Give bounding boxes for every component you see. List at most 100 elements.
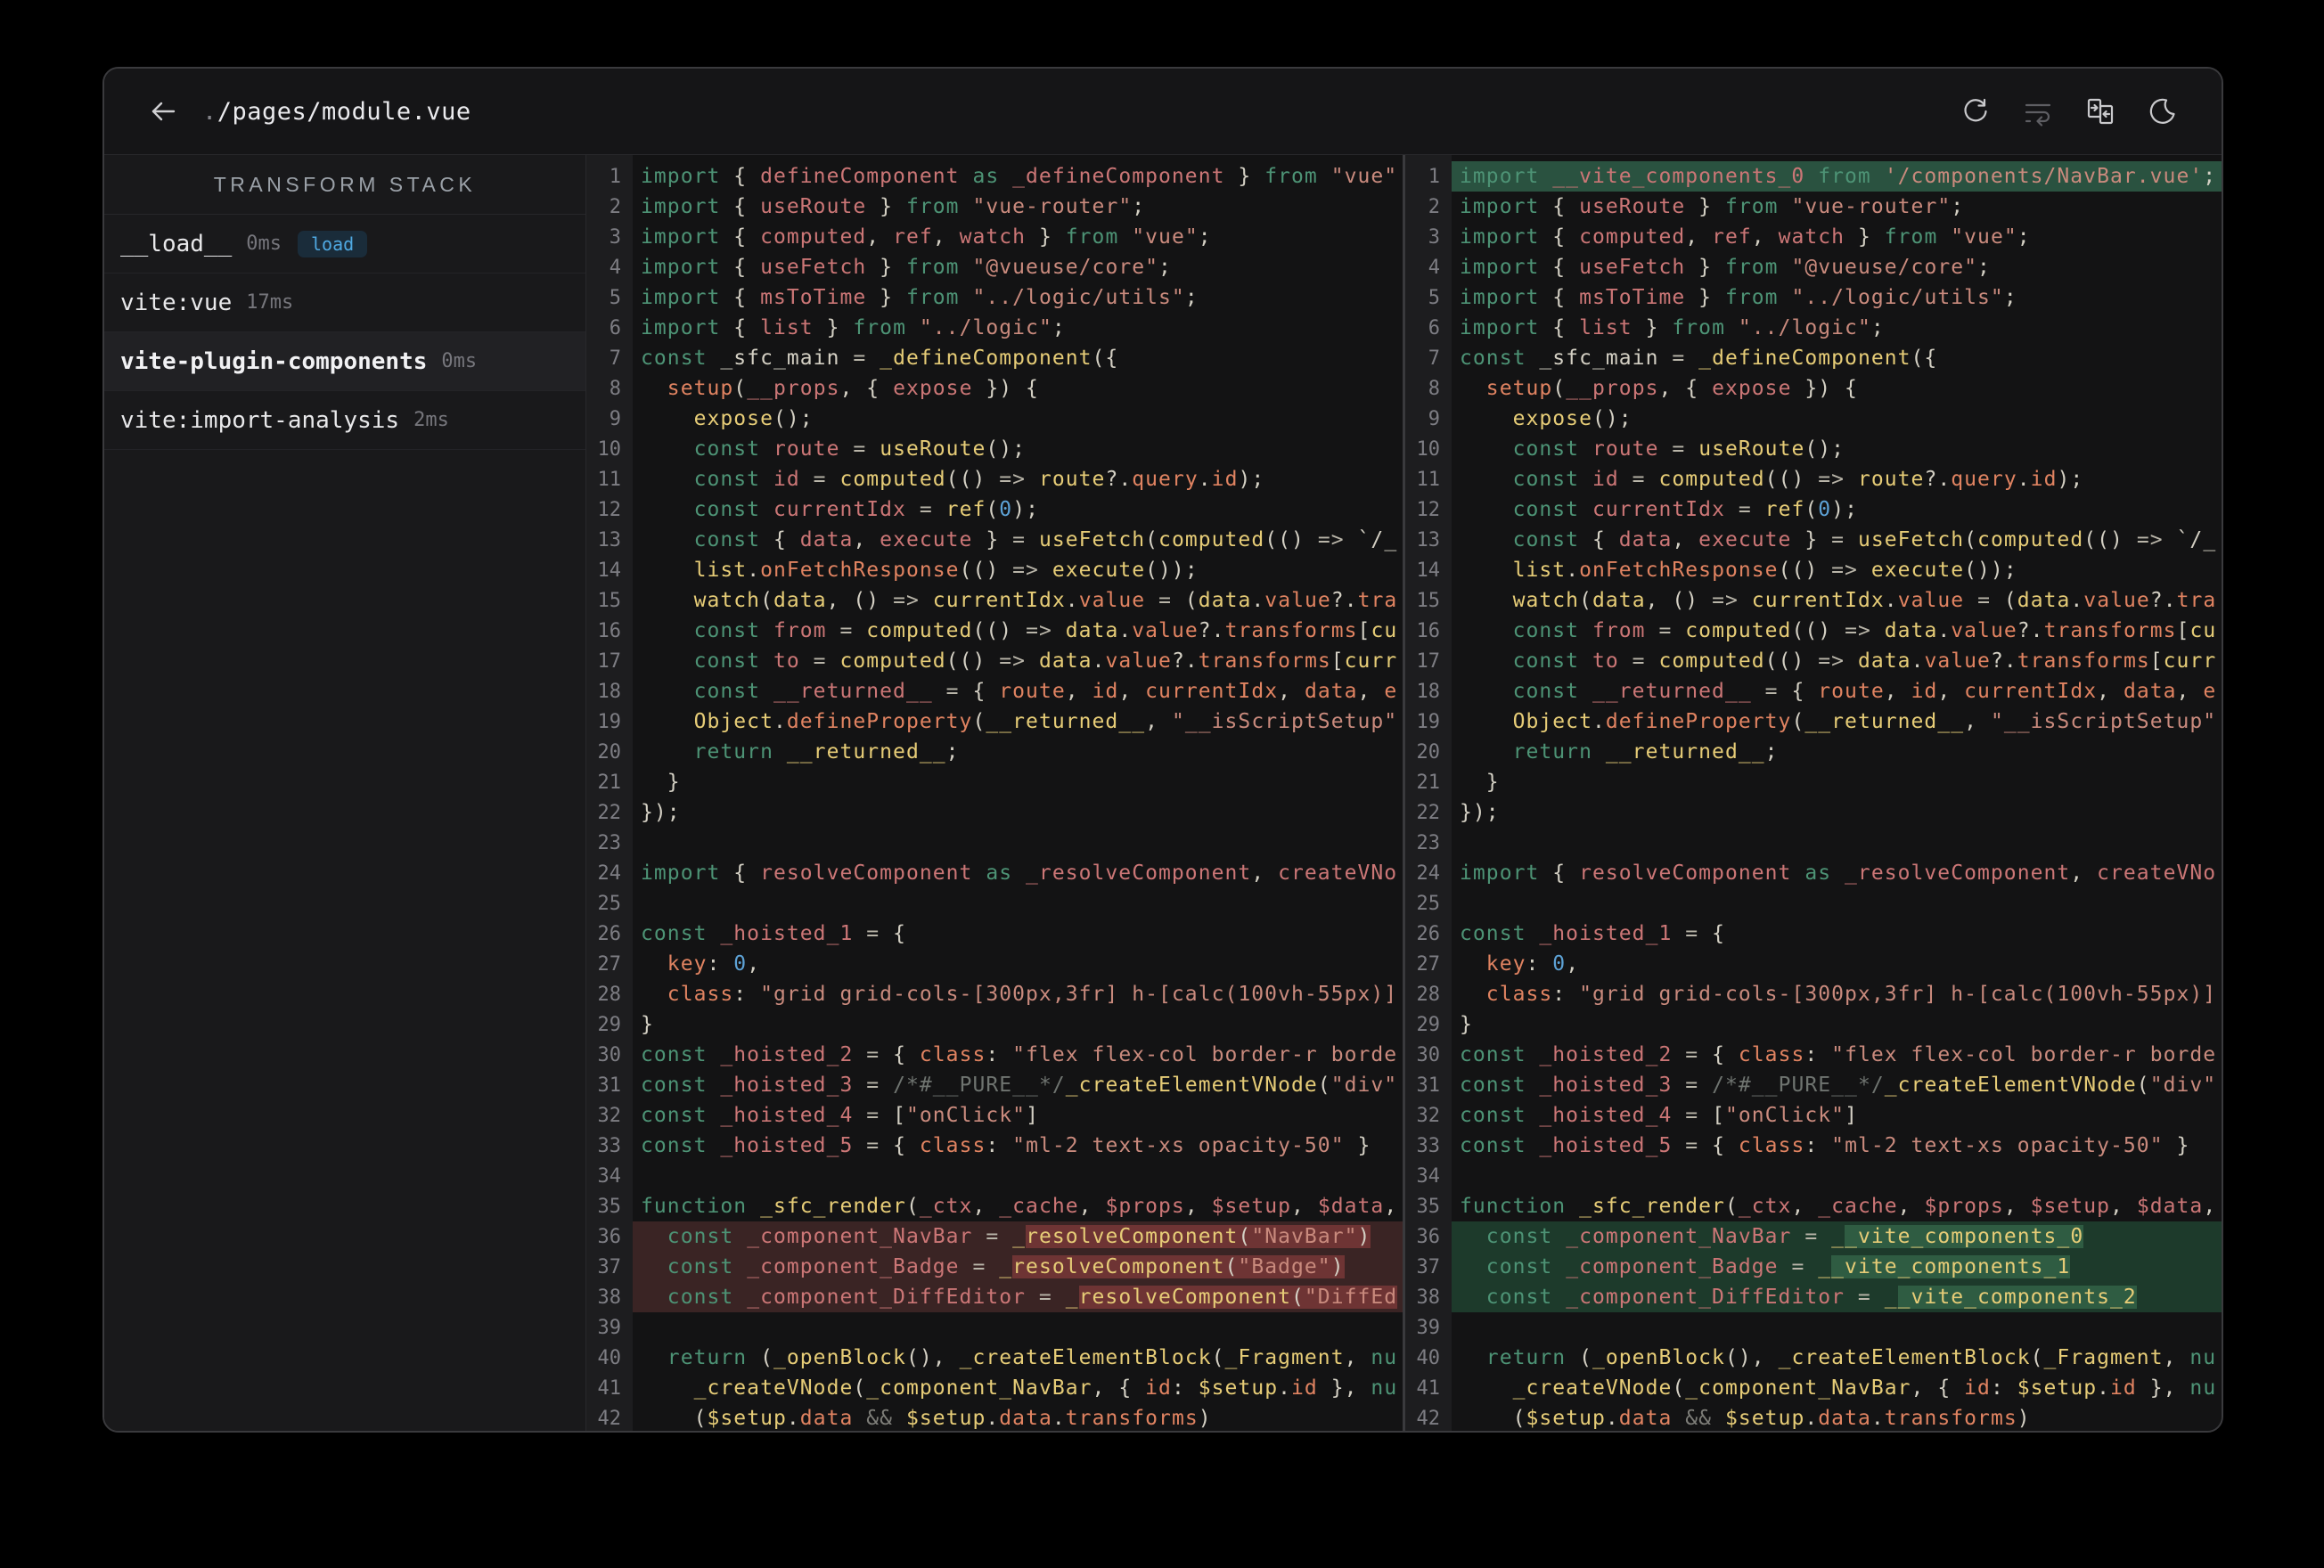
transform-stack-sidebar: TRANSFORM STACK __load__ 0ms load vite:vue 1…	[104, 155, 586, 1431]
code-line: 27 key: 0,	[1405, 949, 2222, 979]
code-text: return __returned__;	[1512, 740, 1779, 764]
code-line: 40 return (_openBlock(), _createElementB…	[1405, 1343, 2222, 1373]
code-line: 8 setup(__props, { expose }) {	[586, 373, 1403, 404]
line-number: 6	[1428, 316, 1440, 339]
code-line: 1 import __vite_components_0 from '/compo…	[1405, 161, 2222, 192]
line-number: 12	[1416, 498, 1441, 521]
line-number: 9	[1428, 407, 1440, 430]
code-line: 17 const to = computed(() => data.value?…	[1405, 646, 2222, 676]
line-number: 42	[1416, 1407, 1441, 1430]
line-number: 15	[597, 589, 622, 612]
code-text: _createVNode(_component_NavBar, { id: $s…	[693, 1376, 1398, 1400]
code-line: 38 const _component_DiffEditor = __vite_…	[1405, 1282, 2222, 1312]
code-line: 3 import { computed, ref, watch } from "v…	[1405, 222, 2222, 252]
code-line: 25	[586, 888, 1403, 919]
code-line: 33 const _hoisted_5 = { class: "ml-2 text…	[586, 1131, 1403, 1161]
line-number: 15	[1416, 589, 1441, 612]
code-text: return (_openBlock(), _createElementBloc…	[667, 1346, 1398, 1369]
line-number: 12	[597, 498, 622, 521]
line-number: 35	[597, 1195, 622, 1218]
line-number: 9	[609, 407, 621, 430]
code-line: 13 const { data, execute } = useFetch(co…	[586, 525, 1403, 555]
code-line: 16 const from = computed(() => data.valu…	[1405, 616, 2222, 646]
line-number: 1	[1428, 165, 1440, 188]
line-number: 36	[1416, 1225, 1441, 1248]
code-text: _createVNode(_component_NavBar, { id: $s…	[1512, 1376, 2217, 1400]
code-text: const _component_Badge = _resolveCompone…	[633, 1252, 1403, 1282]
line-number: 41	[1416, 1376, 1441, 1400]
transform-stack-item-vite:vue[interactable]: vite:vue 17ms	[104, 274, 585, 332]
plugin-duration: 0ms	[246, 233, 282, 255]
code-line: 21 }	[1405, 767, 2222, 797]
code-line: 27 key: 0,	[586, 949, 1403, 979]
code-line: 31 const _hoisted_3 = /*#__PURE__*/_creat…	[586, 1070, 1403, 1100]
code-text: import { useRoute } from "vue-router";	[641, 195, 1146, 218]
dark-mode-button[interactable]	[2143, 92, 2182, 131]
code-line: 35 function _sfc_render(_ctx, _cache, $pr…	[586, 1191, 1403, 1221]
code-line: 34	[1405, 1161, 2222, 1191]
line-number: 2	[1428, 195, 1440, 218]
line-number: 27	[597, 952, 622, 976]
code-line: 30 const _hoisted_2 = { class: "flex flex…	[586, 1040, 1403, 1070]
line-number: 27	[1416, 952, 1441, 976]
plugin-duration: 2ms	[413, 409, 449, 431]
code-line: 2 import { useRoute } from "vue-router";	[1405, 192, 2222, 222]
code-line: 38 const _component_DiffEditor = _resolv…	[586, 1282, 1403, 1312]
inline-diff-icon	[2025, 103, 2051, 127]
code-line: 9 expose();	[1405, 404, 2222, 434]
code-text: import { useRoute } from "vue-router";	[1460, 195, 1965, 218]
code-text: import { computed, ref, watch } from "vu…	[641, 225, 1212, 249]
code-line: 19 Object.defineProperty(__returned__, "…	[1405, 706, 2222, 737]
refresh-button[interactable]	[1956, 92, 1995, 131]
code-line: 41 _createVNode(_component_NavBar, { id:…	[586, 1373, 1403, 1403]
code-line: 16 const from = computed(() => data.valu…	[586, 616, 1403, 646]
code-line: 9 expose();	[586, 404, 1403, 434]
code-text: ($setup.data && $setup.data.transforms)	[1460, 1407, 2031, 1430]
code-text: import { resolveComponent as _resolveCom…	[1460, 862, 2217, 885]
code-text: }	[1460, 771, 1500, 794]
line-number: 34	[597, 1164, 622, 1188]
code-text: watch(data, () => currentIdx.value = (da…	[693, 589, 1398, 612]
line-number: 16	[597, 619, 622, 642]
code-text: const _hoisted_1 = {	[1460, 922, 1725, 945]
code-text: const _component_DiffEditor = __vite_com…	[1452, 1282, 2222, 1312]
code-text: const _hoisted_1 = {	[641, 922, 906, 945]
load-badge: load	[297, 230, 368, 257]
diff-panel-original[interactable]: 1 import { defineComponent as _defineComp…	[586, 155, 1403, 1431]
main-area: TRANSFORM STACK __load__ 0ms load vite:vue 1…	[104, 155, 2222, 1431]
code-text: const currentIdx = ref(0);	[693, 498, 1039, 521]
code-text: const _sfc_main = _defineComponent({	[1460, 347, 1938, 370]
transform-stack-item-vite-plugin-components[interactable]: vite-plugin-components 0ms	[104, 332, 585, 391]
line-number: 17	[1416, 649, 1441, 673]
code-text: const _hoisted_2 = { class: "flex flex-c…	[1460, 1043, 2217, 1066]
code-text: import { resolveComponent as _resolveCom…	[641, 862, 1398, 885]
code-line: 6 import { list } from "../logic";	[586, 313, 1403, 343]
line-number: 23	[1416, 831, 1441, 854]
side-by-side-button[interactable]	[2081, 92, 2120, 131]
code-line: 35 function _sfc_render(_ctx, _cache, $pr…	[1405, 1191, 2222, 1221]
code-line: 15 watch(data, () => currentIdx.value = …	[1405, 585, 2222, 616]
transform-stack-item-vite:import-analysis[interactable]: vite:import-analysis 2ms	[104, 391, 585, 450]
line-number: 19	[1416, 710, 1441, 733]
inline-diff-button[interactable]	[2018, 92, 2058, 131]
code-line: 18 const __returned__ = { route, id, cur…	[586, 676, 1403, 706]
code-text: expose();	[1512, 407, 1633, 430]
code-line: 14 list.onFetchResponse(() => execute())…	[1405, 555, 2222, 585]
code-line: 5 import { msToTime } from "../logic/util…	[1405, 282, 2222, 313]
line-number: 36	[597, 1225, 622, 1248]
code-line: 23	[586, 828, 1403, 858]
line-number: 17	[597, 649, 622, 673]
back-button[interactable]	[143, 92, 183, 131]
code-text: const from = computed(() => data.value?.…	[1512, 619, 2217, 642]
transform-stack-item-__load__[interactable]: __load__ 0ms load	[104, 215, 585, 274]
line-number: 26	[1416, 922, 1441, 945]
code-text: const _component_NavBar = __vite_compone…	[1452, 1221, 2222, 1252]
line-number: 20	[1416, 740, 1441, 764]
code-text: const id = computed(() => route?.query.i…	[693, 468, 1265, 491]
code-line: 39	[586, 1312, 1403, 1343]
code-line: 30 const _hoisted_2 = { class: "flex flex…	[1405, 1040, 2222, 1070]
line-number: 18	[597, 680, 622, 703]
diff-panel-transformed[interactable]: 1 import __vite_components_0 from '/compo…	[1403, 155, 2222, 1431]
code-text: const _hoisted_2 = { class: "flex flex-c…	[641, 1043, 1398, 1066]
code-line: 29}	[1405, 1009, 2222, 1040]
